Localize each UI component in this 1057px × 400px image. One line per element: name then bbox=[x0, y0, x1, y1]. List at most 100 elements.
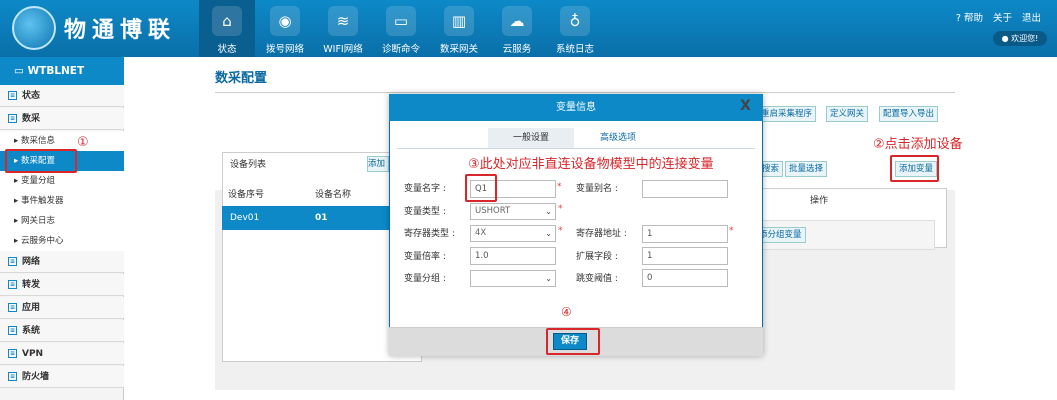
sidebar-sub-data-info[interactable]: ▸ 数采信息 bbox=[0, 131, 124, 151]
ext-field-label: 扩展字段 : bbox=[576, 252, 618, 262]
nav-diagnostics[interactable]: ▭ 诊断命令 bbox=[373, 0, 429, 57]
nav-wifi[interactable]: ≋ WIFI网络 bbox=[315, 0, 371, 57]
required-mark: * bbox=[557, 182, 562, 192]
header-links: ? 帮助 关于 退出 bbox=[946, 10, 1041, 24]
list-icon: ≡ bbox=[8, 257, 17, 266]
import-export-button[interactable]: 配置导入导出 bbox=[879, 106, 939, 122]
sidebar-item-system[interactable]: ≡ 系统 bbox=[0, 320, 124, 342]
list-icon: ≡ bbox=[8, 326, 17, 335]
jump-threshold-field[interactable]: 0 bbox=[642, 269, 728, 287]
list-icon: ≡ bbox=[8, 303, 17, 312]
annotation-step-2: ②点击添加设备 bbox=[873, 137, 963, 152]
caret-right-icon: ▸ bbox=[14, 216, 21, 226]
reg-type-select[interactable]: 4X ⌄ bbox=[470, 225, 556, 242]
divider bbox=[215, 92, 955, 93]
divider bbox=[397, 148, 755, 149]
sidebar-sub-event-trigger[interactable]: ▸ 事件触发器 bbox=[0, 191, 124, 211]
nav-dial-network[interactable]: ◉ 拨号网络 bbox=[257, 0, 313, 57]
sidebar-item-vpn[interactable]: ≡ VPN bbox=[0, 343, 124, 365]
cloud-icon: ☁ bbox=[502, 6, 532, 36]
annotation-box-add-variable bbox=[890, 155, 939, 182]
dialog-title: 变量信息 bbox=[389, 94, 763, 121]
device-id-cell: Dev01 bbox=[230, 213, 260, 223]
var-type-label: 变量类型 : bbox=[404, 207, 446, 217]
sidebar-item-apps[interactable]: ≡ 应用 bbox=[0, 297, 124, 319]
restart-collector-button[interactable]: 重启采集程序 bbox=[757, 106, 817, 122]
reg-type-label: 寄存器类型 : bbox=[404, 229, 455, 239]
group-select[interactable]: ⌄ bbox=[470, 270, 556, 287]
sidebar-item-network[interactable]: ≡ 网络 bbox=[0, 251, 124, 273]
help-link[interactable]: ? 帮助 bbox=[956, 13, 983, 24]
nav-cloud[interactable]: ☁ 云服务 bbox=[489, 0, 545, 57]
var-name-label: 变量名字 : bbox=[404, 184, 446, 194]
ext-field-input[interactable]: 1 bbox=[642, 247, 728, 265]
ratio-field[interactable]: 1.0 bbox=[470, 247, 556, 265]
required-mark: * bbox=[558, 226, 563, 236]
list-icon: ≡ bbox=[8, 91, 17, 100]
list-icon: ≡ bbox=[8, 114, 17, 123]
logo-icon bbox=[12, 6, 56, 50]
device-list-title: 设备列表 bbox=[230, 160, 267, 170]
annotation-step-3: ③此处对应非直连设备物模型中的连接变量 bbox=[468, 157, 714, 172]
caret-right-icon: ▸ bbox=[14, 236, 21, 246]
required-mark: * bbox=[729, 226, 734, 236]
home-icon: ⌂ bbox=[212, 6, 242, 36]
sidebar-sub-gateway-log[interactable]: ▸ 网关日志 bbox=[0, 211, 124, 231]
sidebar-sub-var-group[interactable]: ▸ 变量分组 bbox=[0, 171, 124, 191]
caret-right-icon: ▸ bbox=[14, 136, 21, 146]
gateway-icon: ▥ bbox=[444, 6, 474, 36]
annotation-step-4: ④ bbox=[561, 305, 572, 319]
var-alias-field[interactable] bbox=[642, 180, 728, 198]
sidebar-item-status[interactable]: ≡ 状态 bbox=[0, 85, 124, 107]
terminal-icon: ▭ bbox=[386, 6, 416, 36]
ratio-label: 变量倍率 : bbox=[404, 252, 446, 262]
column-header-name: 设备名称 bbox=[315, 190, 352, 200]
broadcast-icon: ◉ bbox=[270, 6, 300, 36]
list-icon: ≡ bbox=[8, 349, 17, 358]
column-header-id: 设备序号 bbox=[228, 190, 265, 200]
define-gateway-button[interactable]: 定义网关 bbox=[826, 106, 869, 122]
group-label: 变量分组 : bbox=[404, 274, 446, 284]
sidebar-item-forward[interactable]: ≡ 转发 bbox=[0, 274, 124, 296]
monitor-icon: ▭ bbox=[14, 65, 28, 77]
chevron-down-icon: ⌄ bbox=[545, 274, 552, 283]
logout-link[interactable]: 退出 bbox=[1022, 13, 1041, 24]
stethoscope-icon: ♁ bbox=[560, 6, 590, 36]
about-link[interactable]: 关于 bbox=[993, 13, 1012, 24]
wifi-icon: ≋ bbox=[328, 6, 358, 36]
sidebar-item-data-collection[interactable]: ≡ 数采 bbox=[0, 108, 124, 130]
annotation-box-data-config bbox=[5, 149, 77, 173]
annotation-box-save bbox=[546, 328, 600, 355]
user-icon: ● bbox=[1001, 34, 1012, 43]
device-name-cell: 01 bbox=[315, 213, 328, 223]
sidebar-device-header: ▭ WTBLNET bbox=[0, 57, 124, 85]
var-alias-label: 变量别名 : bbox=[576, 184, 618, 194]
nav-status[interactable]: ⌂ 状态 bbox=[199, 0, 255, 57]
sidebar-item-firewall[interactable]: ≡ 防火墙 bbox=[0, 366, 124, 388]
list-icon: ≡ bbox=[8, 372, 17, 381]
reg-addr-field[interactable]: 1 bbox=[642, 225, 728, 243]
sidebar-sub-cloud-center[interactable]: ▸ 云服务中心 bbox=[0, 231, 124, 251]
close-icon[interactable]: X bbox=[740, 98, 751, 114]
logo-text: 物通博联 bbox=[64, 17, 177, 43]
var-type-select[interactable]: USHORT ⌄ bbox=[470, 203, 556, 220]
batch-select-button[interactable]: 批量选择 bbox=[785, 161, 828, 177]
tab-advanced[interactable]: 高级选项 bbox=[575, 128, 661, 148]
column-header-actions: 操作 bbox=[810, 196, 829, 206]
nav-system-log[interactable]: ♁ 系统日志 bbox=[547, 0, 603, 57]
annotation-step-1: ① bbox=[77, 135, 89, 150]
page-title: 数采配置 bbox=[215, 71, 268, 86]
welcome-badge: ● 欢迎您! bbox=[993, 31, 1047, 46]
required-mark: * bbox=[558, 204, 563, 214]
annotation-box-var-name bbox=[465, 174, 497, 202]
jump-threshold-label: 跳变阈值 : bbox=[576, 274, 618, 284]
tab-general[interactable]: 一般设置 bbox=[488, 128, 574, 148]
caret-right-icon: ▸ bbox=[14, 176, 21, 186]
chevron-down-icon: ⌄ bbox=[545, 207, 552, 216]
add-device-button[interactable]: 添加 bbox=[367, 156, 389, 172]
reg-addr-label: 寄存器地址 : bbox=[576, 229, 627, 239]
chevron-down-icon: ⌄ bbox=[545, 229, 552, 238]
nav-gateway[interactable]: ▥ 数采网关 bbox=[431, 0, 487, 57]
list-icon: ≡ bbox=[8, 280, 17, 289]
caret-right-icon: ▸ bbox=[14, 196, 21, 206]
